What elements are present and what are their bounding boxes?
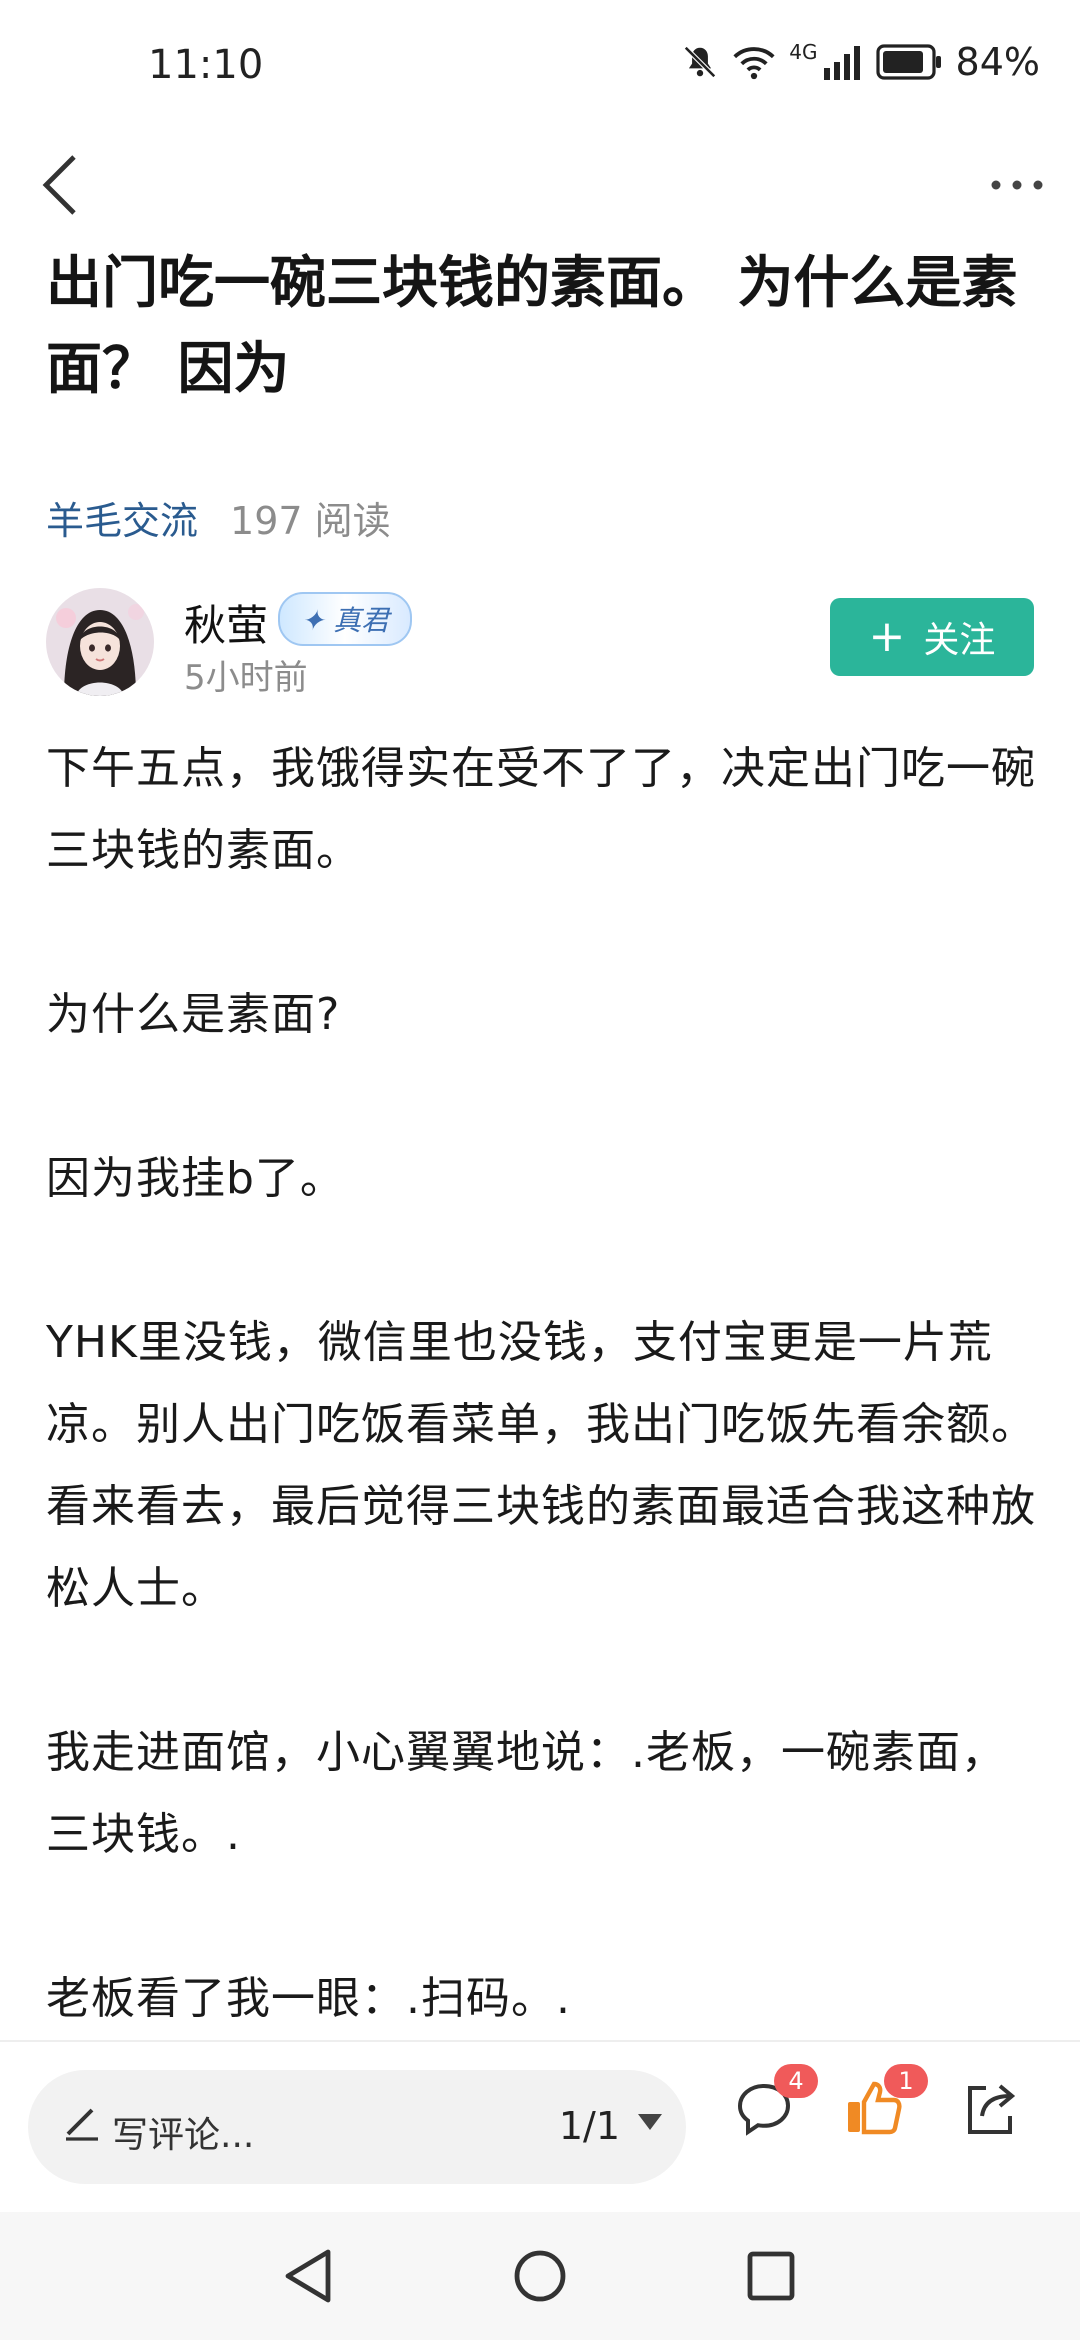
title-area: 下午五点，我饿得实在受不了了，决定出门吃一碗三块钱的素面。 为什么是素面？ 因为 <box>46 235 1036 445</box>
battery-icon <box>875 44 941 80</box>
status-icons: 4G 84% <box>681 40 1040 84</box>
more-dots-icon <box>991 180 1043 190</box>
like-button[interactable]: 1 <box>842 2064 928 2156</box>
paragraph: 为什么是素面? <box>46 989 341 1040</box>
paragraph: YHK里没钱，微信里也没钱，支付宝更是一片荒凉。别人出门吃饭看菜单，我出门吃饭先… <box>46 1317 1036 1614</box>
signal-icon <box>823 46 860 80</box>
paragraph: 下午五点，我饿得实在受不了了，决定出门吃一碗三块钱的素面。 <box>46 743 1036 876</box>
author-name[interactable]: 秋萤 <box>184 592 268 653</box>
group-link[interactable]: 羊毛交流 <box>46 490 198 545</box>
wifi-icon <box>733 47 775 80</box>
system-home-icon[interactable] <box>512 2246 568 2306</box>
status-time: 11:10 <box>148 42 264 88</box>
paragraph: 因为我挂b了。 <box>46 1153 345 1204</box>
share-button[interactable] <box>958 2076 1038 2156</box>
read-count: 197 阅读 <box>230 499 391 543</box>
article-body: 下午五点，我饿得实在受不了了，决定出门吃一碗三块钱的素面。 为什么是素面? 因为… <box>46 728 1036 2028</box>
article-title: 下午五点，我饿得实在受不了了，决定出门吃一碗三块钱的素面。 为什么是素面？ 因为 <box>46 251 1018 402</box>
bottom-action-bar: 写评论... 1/1 4 1 <box>0 2042 1080 2212</box>
paragraph: 老板看了我一眼：.扫码。. <box>46 1973 571 2024</box>
system-recents-icon[interactable] <box>744 2248 798 2304</box>
back-chevron-icon <box>42 155 76 215</box>
comments-count: 4 <box>774 2064 818 2098</box>
status-bar: 11:10 4G 84% <box>0 0 1080 135</box>
avatar[interactable] <box>46 588 154 696</box>
back-button[interactable] <box>28 147 92 223</box>
plus-icon: + <box>868 611 906 662</box>
author-row: 秋萤 ✦ 真君 5小时前 + 关注 <box>46 588 1034 698</box>
avatar-image <box>46 588 154 696</box>
comment-placeholder: 写评论... <box>112 2115 255 2156</box>
page-indicator[interactable]: 1/1 <box>559 2104 620 2148</box>
comment-input[interactable]: 写评论... 1/1 <box>28 2070 686 2184</box>
post-time: 5小时前 <box>184 658 308 698</box>
system-nav-bar <box>0 2212 1080 2340</box>
author-badge-icon: ✦ 真君 <box>278 592 412 646</box>
more-button[interactable] <box>982 163 1052 207</box>
paragraph: 我走进面馆，小心翼翼地说：.老板，一碗素面，三块钱。. <box>46 1727 1006 1860</box>
caret-down-icon[interactable] <box>636 2112 664 2132</box>
system-back-icon[interactable] <box>280 2246 336 2306</box>
follow-label: 关注 <box>923 620 996 661</box>
follow-button[interactable]: + 关注 <box>830 598 1034 676</box>
article-meta: 羊毛交流 197 阅读 <box>46 490 391 545</box>
share-icon <box>968 2084 1016 2134</box>
comments-button[interactable]: 4 <box>732 2064 818 2156</box>
likes-count: 1 <box>884 2064 928 2098</box>
network-type: 4G <box>789 40 818 64</box>
pencil-icon <box>66 2108 98 2141</box>
top-nav <box>0 135 1080 235</box>
mute-bell-icon <box>684 46 717 78</box>
battery-level: 84% <box>955 40 1040 84</box>
